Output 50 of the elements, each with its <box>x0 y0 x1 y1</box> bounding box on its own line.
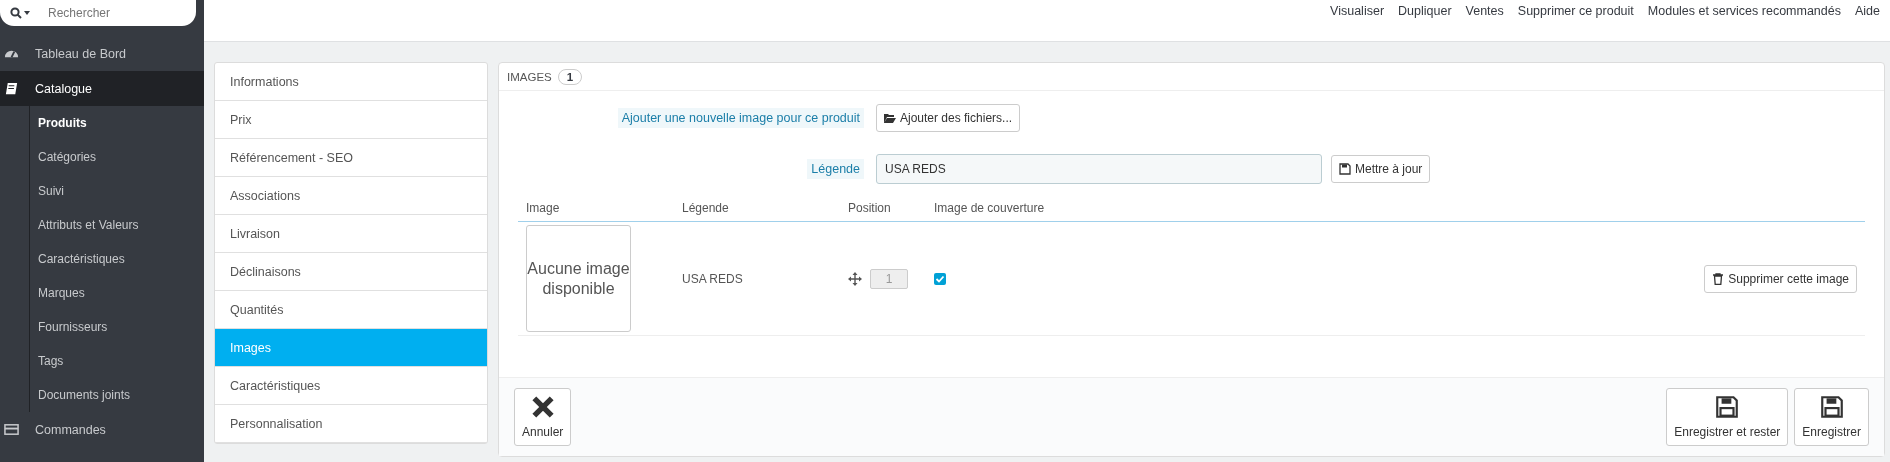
toolbar-link[interactable]: Supprimer ce produit <box>1517 4 1634 41</box>
column-header: Légende <box>674 197 840 222</box>
update-button[interactable]: Mettre à jour <box>1331 155 1431 183</box>
save-and-stay-button[interactable]: Enregistrer et rester <box>1666 388 1789 446</box>
credit-card-icon <box>4 422 19 437</box>
cover-checkbox[interactable] <box>934 272 946 285</box>
product-tab[interactable]: Informations <box>215 63 487 101</box>
trash-icon <box>1712 272 1725 285</box>
product-tab[interactable]: Déclinaisons <box>215 253 487 291</box>
add-files-button[interactable]: Ajouter des fichiers... <box>876 104 1021 132</box>
field-label: Ajouter une nouvelle image pour ce produit <box>617 108 864 128</box>
search-field[interactable]: Rechercher <box>0 0 196 26</box>
product-tab[interactable]: Personnalisation <box>215 405 487 443</box>
sidebar-subitem[interactable]: Marques <box>30 276 204 310</box>
sidebar-item[interactable]: Commandes <box>0 412 204 447</box>
sidebar-subitem[interactable]: Suivi <box>30 174 204 208</box>
toolbar-link[interactable]: Ventes <box>1465 4 1504 41</box>
sidebar-subitem[interactable]: Tags <box>30 344 204 378</box>
move-icon[interactable] <box>848 271 862 286</box>
legend-field[interactable]: USA REDS <box>876 154 1322 184</box>
product-tab[interactable]: Référencement - SEO <box>215 139 487 177</box>
sidebar-subitem[interactable]: Fournisseurs <box>30 310 204 344</box>
product-tab[interactable]: Prix <box>215 101 487 139</box>
sidebar-subitem[interactable]: Documents joints <box>30 378 204 412</box>
field-label: Légende <box>807 159 864 179</box>
sidebar-subitem[interactable]: Caractéristiques <box>30 242 204 276</box>
placeholder-text: Aucune image disponible <box>527 259 630 298</box>
sidebar-subitem[interactable]: Catégories <box>30 140 204 174</box>
delete-image-button[interactable]: Supprimer cette image <box>1704 264 1857 293</box>
toolbar-link[interactable]: Dupliquer <box>1398 4 1452 41</box>
sidebar-subitem[interactable]: Produits <box>30 106 204 140</box>
toolbar-link[interactable]: Modules et services recommandés <box>1647 4 1841 41</box>
cancel-button[interactable]: Annuler <box>514 388 572 446</box>
product-tab[interactable]: Livraison <box>215 215 487 253</box>
book-icon <box>4 81 19 96</box>
sidebar-item[interactable]: Catalogue <box>0 71 204 106</box>
toolbar-link[interactable]: Visualiser <box>1330 4 1385 41</box>
column-header: Image de couverture <box>926 197 1328 222</box>
product-tab[interactable]: Associations <box>215 177 487 215</box>
sidebar-subitem[interactable]: Attributs et Valeurs <box>30 208 204 242</box>
panel-title: IMAGES <box>507 70 552 83</box>
sidebar-item[interactable]: Tableau de Bord <box>0 36 204 71</box>
column-header: Position <box>840 197 926 222</box>
product-tab[interactable]: Caractéristiques <box>215 367 487 405</box>
folder-icon <box>884 112 896 124</box>
column-header: Image <box>518 197 674 222</box>
table-cell: USA REDS <box>674 221 840 336</box>
save-button[interactable]: Enregistrer <box>1794 388 1869 446</box>
toolbar-link[interactable]: Aide <box>1854 4 1880 41</box>
search-icon[interactable] <box>10 7 32 19</box>
